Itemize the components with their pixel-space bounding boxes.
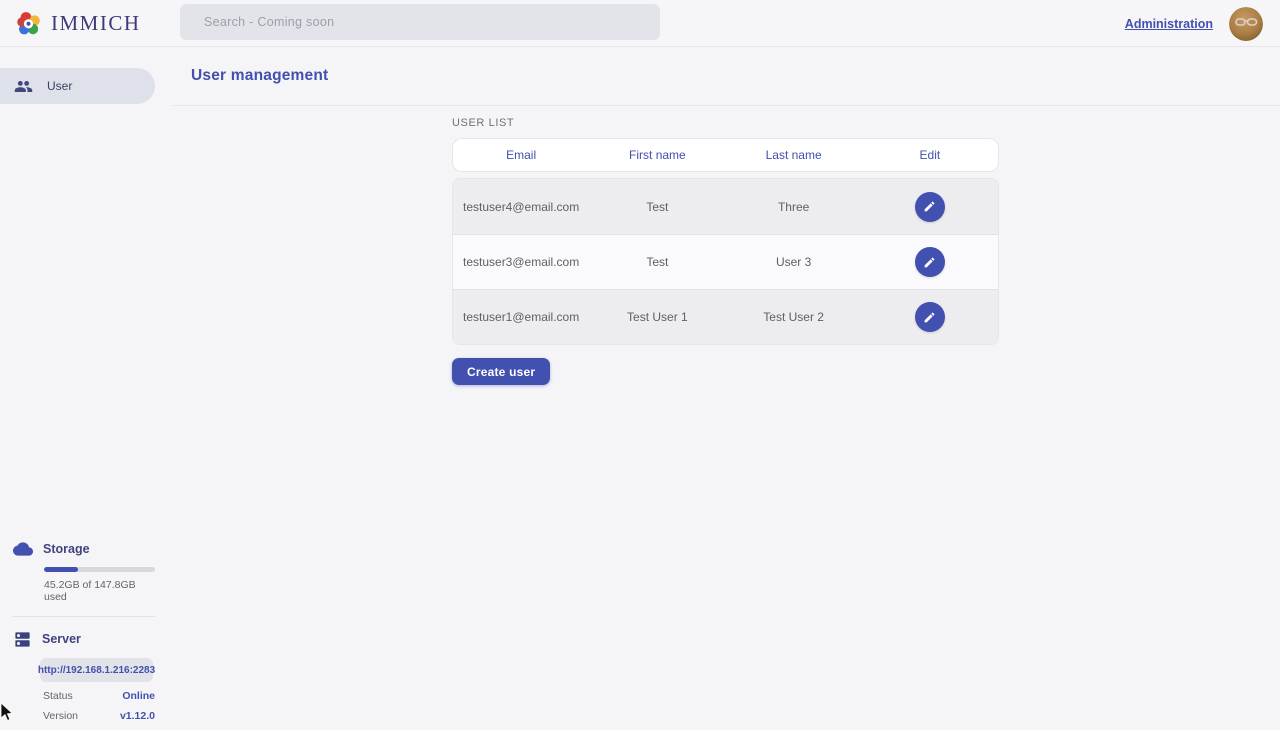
cell-first-name: Test User 1 <box>589 310 725 324</box>
cell-email: testuser3@email.com <box>453 255 589 269</box>
server-icon <box>13 630 32 649</box>
main-area: User management USER LIST Email First na… <box>171 47 1280 730</box>
server-section-header: Server <box>0 629 155 649</box>
sidebar-divider <box>12 616 155 617</box>
storage-progress-fill <box>44 567 78 572</box>
user-table: Email First name Last name Edit testuser… <box>452 138 999 345</box>
cell-last-name: Test User 2 <box>726 310 862 324</box>
mouse-cursor <box>0 703 14 728</box>
column-header-email: Email <box>453 148 589 162</box>
immich-flower-logo-icon <box>16 10 43 37</box>
section-label: USER LIST <box>452 117 999 129</box>
storage-progress-bar <box>44 567 155 572</box>
table-row: testuser3@email.com Test User 3 <box>453 234 998 289</box>
cell-first-name: Test <box>589 255 725 269</box>
table-row: testuser4@email.com Test Three <box>453 179 998 234</box>
edit-user-button[interactable] <box>915 302 945 332</box>
edit-user-button[interactable] <box>915 247 945 277</box>
user-avatar[interactable] <box>1229 7 1263 41</box>
status-label: Status <box>43 690 73 702</box>
cell-email: testuser4@email.com <box>453 200 589 214</box>
main-header: User management <box>171 47 1280 106</box>
top-bar: IMMICH Administration <box>0 0 1280 47</box>
topbar-right: Administration <box>1125 0 1263 47</box>
storage-title: Storage <box>43 542 90 556</box>
cell-last-name: User 3 <box>726 255 862 269</box>
user-list-section: USER LIST Email First name Last name Edi… <box>452 106 999 385</box>
cell-first-name: Test <box>589 200 725 214</box>
server-status-row: Status Online <box>43 690 155 702</box>
cell-email: testuser1@email.com <box>453 310 589 324</box>
version-label: Version <box>43 710 78 722</box>
cloud-icon <box>13 539 33 559</box>
server-title: Server <box>42 632 81 646</box>
sidebar-footer: Storage 45.2GB of 147.8GB used Server ht… <box>0 539 155 722</box>
storage-section-header: Storage <box>0 539 155 559</box>
immich-logo-link[interactable]: IMMICH <box>0 10 141 37</box>
table-body: testuser4@email.com Test Three <box>452 178 999 345</box>
search-input[interactable] <box>180 4 660 40</box>
create-user-button[interactable]: Create user <box>452 358 550 385</box>
server-version-row: Version v1.12.0 <box>43 710 155 722</box>
table-header-row: Email First name Last name Edit <box>452 138 999 172</box>
edit-user-button[interactable] <box>915 192 945 222</box>
status-value-badge: Online <box>122 690 155 702</box>
pencil-icon <box>923 311 936 324</box>
sidebar: User Storage 45.2GB of 147.8GB used Serv… <box>0 47 155 730</box>
page-title: User management <box>191 67 328 85</box>
storage-usage-text: 45.2GB of 147.8GB used <box>44 579 155 603</box>
column-header-first-name: First name <box>589 148 725 162</box>
search-bar <box>180 4 660 40</box>
column-header-last-name: Last name <box>726 148 862 162</box>
table-row: testuser1@email.com Test User 1 Test Use… <box>453 289 998 344</box>
version-value: v1.12.0 <box>120 710 155 722</box>
brand-wordmark: IMMICH <box>51 11 141 36</box>
column-header-edit: Edit <box>862 148 998 162</box>
cell-last-name: Three <box>726 200 862 214</box>
group-icon <box>14 77 33 96</box>
sidebar-item-label: User <box>47 79 72 93</box>
pencil-icon <box>923 256 936 269</box>
sidebar-item-user[interactable]: User <box>0 68 155 104</box>
server-url-chip: http://192.168.1.216:2283 <box>40 658 153 682</box>
administration-link[interactable]: Administration <box>1125 17 1213 31</box>
pencil-icon <box>923 200 936 213</box>
